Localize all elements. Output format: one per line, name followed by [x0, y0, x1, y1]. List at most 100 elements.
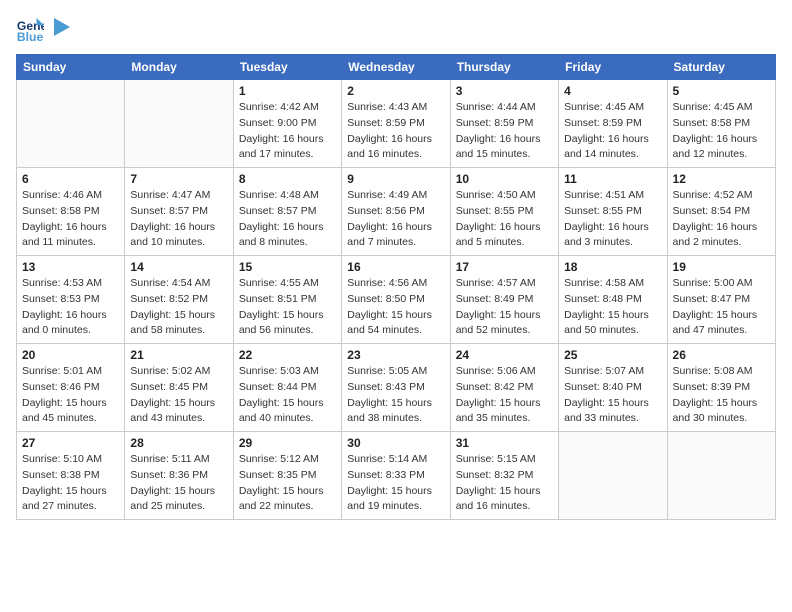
calendar-cell: 3 Sunrise: 4:44 AM Sunset: 8:59 PM Daylig…	[450, 80, 558, 168]
day-info: Sunrise: 5:08 AM Sunset: 8:39 PM Dayligh…	[673, 364, 770, 427]
calendar-cell: 18 Sunrise: 4:58 AM Sunset: 8:48 PM Dayli…	[559, 256, 667, 344]
calendar-week-1: 1Sunrise: 4:42 AM Sunset: 9:00 PM Daylig…	[17, 80, 776, 168]
calendar-cell: 23 Sunrise: 5:05 AM Sunset: 8:43 PM Dayli…	[342, 344, 450, 432]
day-header-tuesday: Tuesday	[233, 55, 341, 80]
day-number: 10	[456, 172, 553, 186]
day-number: 26	[673, 348, 770, 362]
day-info: Sunrise: 5:05 AM Sunset: 8:43 PM Dayligh…	[347, 364, 444, 427]
day-number: 8	[239, 172, 336, 186]
calendar-cell: 17 Sunrise: 4:57 AM Sunset: 8:49 PM Dayli…	[450, 256, 558, 344]
calendar-cell: 22 Sunrise: 5:03 AM Sunset: 8:44 PM Dayli…	[233, 344, 341, 432]
day-info: Sunrise: 5:01 AM Sunset: 8:46 PM Dayligh…	[22, 364, 119, 427]
calendar-cell: 11 Sunrise: 4:51 AM Sunset: 8:55 PM Dayli…	[559, 168, 667, 256]
calendar-week-5: 27 Sunrise: 5:10 AM Sunset: 8:38 PM Dayli…	[17, 432, 776, 520]
day-info: Sunrise: 4:50 AM Sunset: 8:55 PM Dayligh…	[456, 188, 553, 251]
day-header-saturday: Saturday	[667, 55, 775, 80]
calendar-cell: 16 Sunrise: 4:56 AM Sunset: 8:50 PM Dayli…	[342, 256, 450, 344]
day-header-sunday: Sunday	[17, 55, 125, 80]
calendar-cell: 6Sunrise: 4:46 AM Sunset: 8:58 PM Daylig…	[17, 168, 125, 256]
day-number: 30	[347, 436, 444, 450]
calendar-cell	[667, 432, 775, 520]
day-info: Sunrise: 4:51 AM Sunset: 8:55 PM Dayligh…	[564, 188, 661, 251]
day-number: 20	[22, 348, 119, 362]
calendar-cell: 29 Sunrise: 5:12 AM Sunset: 8:35 PM Dayli…	[233, 432, 341, 520]
day-number: 11	[564, 172, 661, 186]
day-number: 7	[130, 172, 227, 186]
day-info: Sunrise: 4:42 AM Sunset: 9:00 PM Dayligh…	[239, 100, 336, 163]
svg-text:Blue: Blue	[17, 30, 44, 44]
calendar-cell: 21 Sunrise: 5:02 AM Sunset: 8:45 PM Dayli…	[125, 344, 233, 432]
calendar-cell: 24Sunrise: 5:06 AM Sunset: 8:42 PM Dayli…	[450, 344, 558, 432]
day-number: 2	[347, 84, 444, 98]
day-number: 5	[673, 84, 770, 98]
day-number: 14	[130, 260, 227, 274]
day-number: 25	[564, 348, 661, 362]
day-number: 21	[130, 348, 227, 362]
day-info: Sunrise: 5:15 AM Sunset: 8:32 PM Dayligh…	[456, 452, 553, 515]
day-number: 29	[239, 436, 336, 450]
day-info: Sunrise: 4:45 AM Sunset: 8:59 PM Dayligh…	[564, 100, 661, 163]
day-number: 18	[564, 260, 661, 274]
day-number: 6	[22, 172, 119, 186]
calendar-cell	[559, 432, 667, 520]
calendar-cell: 26 Sunrise: 5:08 AM Sunset: 8:39 PM Dayli…	[667, 344, 775, 432]
calendar-cell: 14 Sunrise: 4:54 AM Sunset: 8:52 PM Dayli…	[125, 256, 233, 344]
day-number: 23	[347, 348, 444, 362]
calendar-cell: 2 Sunrise: 4:43 AM Sunset: 8:59 PM Daylig…	[342, 80, 450, 168]
day-info: Sunrise: 5:12 AM Sunset: 8:35 PM Dayligh…	[239, 452, 336, 515]
day-number: 27	[22, 436, 119, 450]
day-info: Sunrise: 4:47 AM Sunset: 8:57 PM Dayligh…	[130, 188, 227, 251]
day-info: Sunrise: 4:48 AM Sunset: 8:57 PM Dayligh…	[239, 188, 336, 251]
day-header-wednesday: Wednesday	[342, 55, 450, 80]
day-info: Sunrise: 4:54 AM Sunset: 8:52 PM Dayligh…	[130, 276, 227, 339]
day-number: 13	[22, 260, 119, 274]
calendar-cell: 27 Sunrise: 5:10 AM Sunset: 8:38 PM Dayli…	[17, 432, 125, 520]
page-header: General Blue	[16, 16, 776, 44]
calendar-cell: 31Sunrise: 5:15 AM Sunset: 8:32 PM Dayli…	[450, 432, 558, 520]
day-number: 22	[239, 348, 336, 362]
calendar-cell: 28Sunrise: 5:11 AM Sunset: 8:36 PM Dayli…	[125, 432, 233, 520]
calendar-cell: 20 Sunrise: 5:01 AM Sunset: 8:46 PM Dayli…	[17, 344, 125, 432]
day-info: Sunrise: 4:58 AM Sunset: 8:48 PM Dayligh…	[564, 276, 661, 339]
calendar-cell: 8 Sunrise: 4:48 AM Sunset: 8:57 PM Daylig…	[233, 168, 341, 256]
day-info: Sunrise: 5:07 AM Sunset: 8:40 PM Dayligh…	[564, 364, 661, 427]
day-number: 17	[456, 260, 553, 274]
calendar-week-3: 13 Sunrise: 4:53 AM Sunset: 8:53 PM Dayli…	[17, 256, 776, 344]
calendar-cell	[125, 80, 233, 168]
day-number: 19	[673, 260, 770, 274]
day-number: 9	[347, 172, 444, 186]
day-info: Sunrise: 4:43 AM Sunset: 8:59 PM Dayligh…	[347, 100, 444, 163]
day-number: 16	[347, 260, 444, 274]
calendar-week-4: 20 Sunrise: 5:01 AM Sunset: 8:46 PM Dayli…	[17, 344, 776, 432]
day-number: 12	[673, 172, 770, 186]
calendar-cell: 7 Sunrise: 4:47 AM Sunset: 8:57 PM Daylig…	[125, 168, 233, 256]
day-info: Sunrise: 5:11 AM Sunset: 8:36 PM Dayligh…	[130, 452, 227, 515]
day-info: Sunrise: 4:44 AM Sunset: 8:59 PM Dayligh…	[456, 100, 553, 163]
day-info: Sunrise: 5:14 AM Sunset: 8:33 PM Dayligh…	[347, 452, 444, 515]
day-info: Sunrise: 5:10 AM Sunset: 8:38 PM Dayligh…	[22, 452, 119, 515]
day-info: Sunrise: 4:45 AM Sunset: 8:58 PM Dayligh…	[673, 100, 770, 163]
day-info: Sunrise: 4:57 AM Sunset: 8:49 PM Dayligh…	[456, 276, 553, 339]
day-number: 24	[456, 348, 553, 362]
calendar-cell: 10 Sunrise: 4:50 AM Sunset: 8:55 PM Dayli…	[450, 168, 558, 256]
day-info: Sunrise: 4:52 AM Sunset: 8:54 PM Dayligh…	[673, 188, 770, 251]
day-info: Sunrise: 4:56 AM Sunset: 8:50 PM Dayligh…	[347, 276, 444, 339]
day-number: 3	[456, 84, 553, 98]
day-info: Sunrise: 5:02 AM Sunset: 8:45 PM Dayligh…	[130, 364, 227, 427]
calendar-table: SundayMondayTuesdayWednesdayThursdayFrid…	[16, 54, 776, 520]
calendar-cell	[17, 80, 125, 168]
calendar-cell: 13 Sunrise: 4:53 AM Sunset: 8:53 PM Dayli…	[17, 256, 125, 344]
calendar-cell: 9 Sunrise: 4:49 AM Sunset: 8:56 PM Daylig…	[342, 168, 450, 256]
calendar-week-2: 6Sunrise: 4:46 AM Sunset: 8:58 PM Daylig…	[17, 168, 776, 256]
day-info: Sunrise: 5:03 AM Sunset: 8:44 PM Dayligh…	[239, 364, 336, 427]
day-info: Sunrise: 4:49 AM Sunset: 8:56 PM Dayligh…	[347, 188, 444, 251]
day-header-thursday: Thursday	[450, 55, 558, 80]
calendar-cell: 12 Sunrise: 4:52 AM Sunset: 8:54 PM Dayli…	[667, 168, 775, 256]
logo: General Blue	[16, 16, 70, 44]
calendar-header-row: SundayMondayTuesdayWednesdayThursdayFrid…	[17, 55, 776, 80]
day-number: 4	[564, 84, 661, 98]
calendar-cell: 25 Sunrise: 5:07 AM Sunset: 8:40 PM Dayli…	[559, 344, 667, 432]
day-info: Sunrise: 4:55 AM Sunset: 8:51 PM Dayligh…	[239, 276, 336, 339]
day-info: Sunrise: 4:53 AM Sunset: 8:53 PM Dayligh…	[22, 276, 119, 339]
logo-icon: General Blue	[16, 16, 44, 44]
